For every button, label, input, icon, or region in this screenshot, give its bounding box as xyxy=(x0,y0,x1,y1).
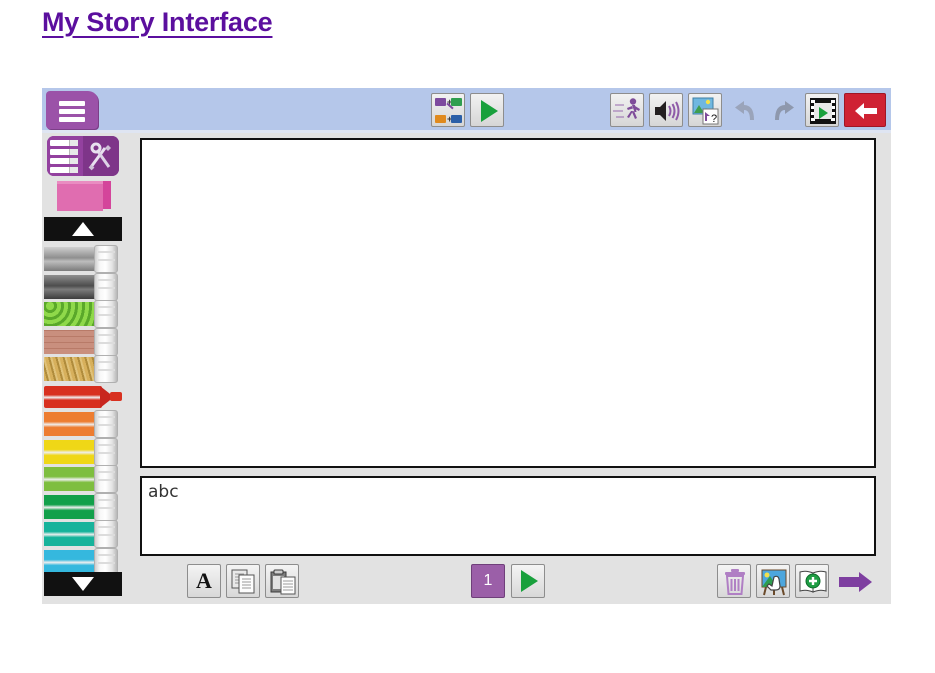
svg-text:?: ? xyxy=(711,113,717,125)
marker-light-green[interactable] xyxy=(44,465,118,493)
bottom-toolbar: A 1 xyxy=(42,561,891,604)
delete-page-button[interactable] xyxy=(717,564,751,598)
marker-grey-cap xyxy=(94,273,118,301)
story-text-value: abc xyxy=(148,482,179,502)
swatch-top xyxy=(57,181,103,184)
letter-a-icon: A xyxy=(188,565,220,597)
undo-button[interactable] xyxy=(727,93,761,127)
marker-light-green-body xyxy=(44,467,96,491)
menu-button[interactable] xyxy=(46,91,98,129)
page-number[interactable]: 1 xyxy=(471,564,505,598)
marker-yellow[interactable] xyxy=(44,438,118,466)
hamburger-icon xyxy=(59,101,85,106)
marker-orange-cap xyxy=(94,410,118,438)
hamburger-icon-bar2 xyxy=(59,109,85,114)
play-icon xyxy=(521,570,538,592)
tools-icon xyxy=(83,136,119,176)
marker-brick[interactable] xyxy=(44,328,118,356)
easel-hand-icon xyxy=(760,568,788,596)
redo-arrow-icon xyxy=(771,99,797,123)
marker-silver[interactable] xyxy=(44,245,118,273)
animate-character-button[interactable] xyxy=(610,93,644,127)
marker-green-scales-cap xyxy=(94,300,118,328)
marker-red-body xyxy=(44,386,102,408)
copy-button[interactable] xyxy=(226,564,260,598)
selected-color-swatch[interactable] xyxy=(57,181,111,211)
play-button[interactable] xyxy=(470,93,504,127)
marker-teal-cap xyxy=(94,520,118,548)
text-tool-button[interactable]: A xyxy=(187,564,221,598)
paste-button[interactable] xyxy=(265,564,299,598)
marker-brick-body xyxy=(44,330,96,354)
marker-dark-green-body xyxy=(44,495,96,519)
movie-button[interactable] xyxy=(805,93,839,127)
marker-silver-cap xyxy=(94,245,118,273)
page-title: My Story Interface xyxy=(42,7,272,38)
scene-transition-button[interactable]: + + xyxy=(431,93,465,127)
story-text-area[interactable]: abc xyxy=(140,476,876,556)
add-page-button[interactable] xyxy=(795,564,829,598)
markers-icon xyxy=(47,136,83,176)
marker-silver-body xyxy=(44,247,96,271)
undo-arrow-icon xyxy=(732,99,758,123)
marker-orange[interactable] xyxy=(44,410,118,438)
marker-straw-cap xyxy=(94,355,118,383)
hamburger-icon-bar3 xyxy=(59,117,85,122)
marker-straw[interactable] xyxy=(44,355,118,383)
marker-dark-green[interactable] xyxy=(44,493,118,521)
book-plus-icon xyxy=(799,569,827,595)
paste-icon xyxy=(270,569,296,595)
marker-red-tip xyxy=(110,392,122,401)
back-arrow-icon xyxy=(854,102,878,120)
marker-yellow-body xyxy=(44,440,96,464)
marker-grey[interactable] xyxy=(44,273,118,301)
marker-orange-body xyxy=(44,412,96,436)
image-help-button[interactable]: ? xyxy=(688,93,722,127)
marker-dark-green-cap xyxy=(94,493,118,521)
trash-icon xyxy=(724,569,746,595)
swatch-face xyxy=(57,183,103,211)
swatch-side xyxy=(103,181,111,209)
marker-yellow-cap xyxy=(94,438,118,466)
marker-red[interactable] xyxy=(44,383,118,411)
walking-person-icon xyxy=(613,96,643,126)
palette-scroll-up[interactable] xyxy=(44,217,122,241)
triangle-up-icon xyxy=(72,222,94,236)
sound-button[interactable] xyxy=(649,93,683,127)
page-play-button[interactable] xyxy=(511,564,545,598)
arrow-right-icon xyxy=(839,571,873,593)
marker-teal[interactable] xyxy=(44,520,118,548)
next-page-button[interactable] xyxy=(837,564,875,598)
tools-button[interactable] xyxy=(47,136,119,176)
marker-grey-body xyxy=(44,275,96,299)
marker-palette xyxy=(44,135,122,602)
scene-transition-icon: + + xyxy=(435,97,463,125)
edit-picture-button[interactable] xyxy=(756,564,790,598)
image-question-icon: ? xyxy=(692,97,720,125)
marker-green-scales[interactable] xyxy=(44,300,118,328)
play-icon xyxy=(481,100,498,122)
top-toolbar: + + xyxy=(42,88,891,132)
drawing-canvas[interactable] xyxy=(140,138,876,468)
marker-light-green-cap xyxy=(94,465,118,493)
copy-icon xyxy=(231,569,257,595)
marker-teal-body xyxy=(44,522,96,546)
back-button[interactable] xyxy=(844,93,886,127)
marker-green-scales-body xyxy=(44,302,96,326)
speaker-icon xyxy=(653,99,681,123)
marker-straw-body xyxy=(44,357,96,381)
story-app-window: + + xyxy=(42,88,891,604)
marker-brick-cap xyxy=(94,328,118,356)
redo-button[interactable] xyxy=(766,93,800,127)
film-strip-play-icon xyxy=(810,98,836,124)
